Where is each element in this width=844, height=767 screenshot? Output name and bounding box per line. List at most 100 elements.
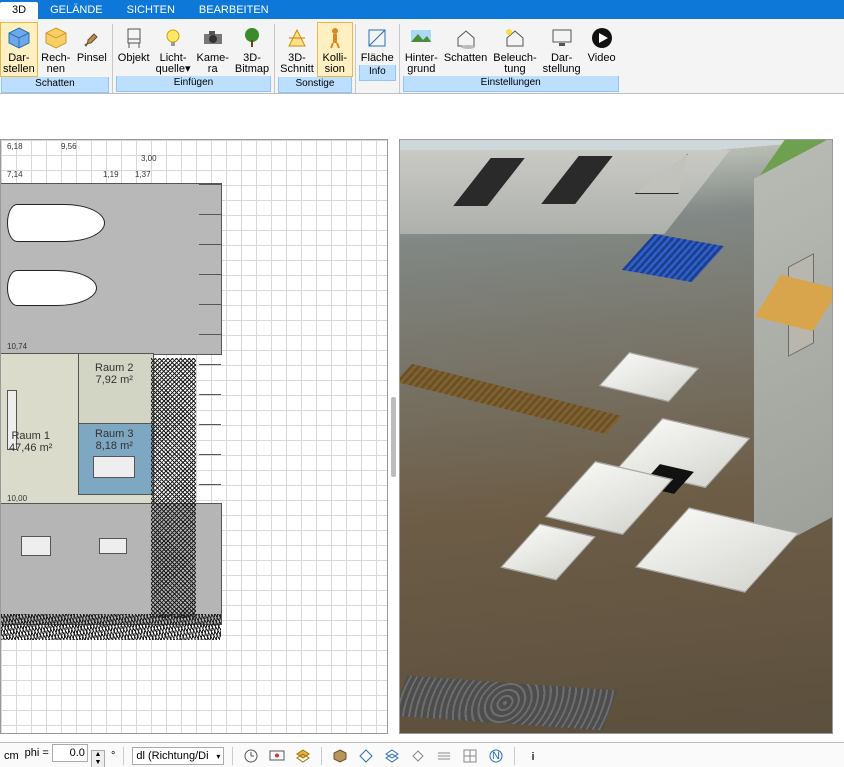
dim-b: 9,56 <box>61 142 77 151</box>
cube-sum-icon <box>42 24 70 52</box>
rechnen-button[interactable]: Rech-nen <box>38 22 74 77</box>
dim-e: 1,19 <box>103 170 119 179</box>
dim-d: 7,14 <box>7 170 23 179</box>
group-schatten: Schatten <box>1 77 109 93</box>
splitter-handle[interactable] <box>391 397 396 477</box>
chair-icon <box>120 24 148 52</box>
room-2-label: Raum 27,92 m² <box>95 362 134 386</box>
blue-mat <box>622 234 724 282</box>
phi-input[interactable] <box>52 744 88 762</box>
kollision-button[interactable]: Kolli-sion <box>317 22 353 77</box>
gravel <box>399 676 617 731</box>
cube-icon <box>5 24 33 52</box>
dim-f: 1,37 <box>135 170 151 179</box>
status-toolbar: cm phi = ▲▼ ° dl (Richtung/Di ▾ N i <box>0 742 844 767</box>
pinsel-button[interactable]: Pinsel <box>74 22 110 77</box>
record-screen-icon[interactable] <box>267 746 287 766</box>
play-icon <box>588 24 616 52</box>
kollision-label: Kolli-sion <box>323 52 347 76</box>
beleuchtung-label: Beleuch-tung <box>493 52 536 76</box>
room-1-label: Raum 147,46 m² <box>9 430 52 454</box>
north-icon[interactable]: N <box>486 746 506 766</box>
darstellen-label: Dar-stellen <box>3 52 35 76</box>
stair-railing <box>399 364 622 434</box>
clock-icon[interactable] <box>241 746 261 766</box>
kamera-label: Kame-ra <box>196 52 228 76</box>
yard-furniture-1 <box>99 538 127 554</box>
tree-icon <box>238 24 266 52</box>
dim-a: 6,18 <box>7 142 23 151</box>
sofa <box>93 456 135 478</box>
3d-viewport[interactable] <box>399 139 833 734</box>
rechnen-label: Rech-nen <box>41 52 70 76</box>
dim-g: 10,74 <box>7 342 27 351</box>
objekt-label: Objekt <box>118 52 150 65</box>
dl-label: dl (Richtung/Di <box>136 750 208 762</box>
kamera-button[interactable]: Kame-ra <box>193 22 231 76</box>
group-info: Info <box>359 65 396 81</box>
video-button[interactable]: Video <box>584 22 620 76</box>
schnitt-label: 3D-Schnitt <box>280 52 314 76</box>
hintergrund-label: Hinter-grund <box>405 52 438 76</box>
darstellung-button[interactable]: Dar-stellung <box>540 22 584 76</box>
bitmap-label: 3D-Bitmap <box>235 52 269 76</box>
ribbon-tabs: 3D GELÄNDE SICHTEN BEARBEITEN <box>0 0 844 19</box>
objekt-button[interactable]: Objekt <box>115 22 153 76</box>
hedge <box>151 358 196 618</box>
tab-3d[interactable]: 3D <box>0 2 38 19</box>
group-einfuegen: Einfügen <box>116 76 271 92</box>
bitmap-button[interactable]: 3D-Bitmap <box>232 22 272 76</box>
group-einstellungen: Einstellungen <box>403 76 619 92</box>
ribbon: Dar-stellen Rech-nen Pinsel Schatten Obj… <box>0 19 844 94</box>
schatten-button[interactable]: Schatten <box>441 22 490 76</box>
hintergrund-button[interactable]: Hinter-grund <box>402 22 441 76</box>
yard-furniture-2 <box>21 536 51 556</box>
lines-tool-icon[interactable] <box>434 746 454 766</box>
layers-icon[interactable] <box>293 746 313 766</box>
diamond-stack-icon[interactable] <box>382 746 402 766</box>
video-label: Video <box>588 52 616 65</box>
room-3-label: Raum 38,18 m² <box>95 428 134 452</box>
bulb-icon <box>159 24 187 52</box>
phi-label: phi = <box>25 747 49 759</box>
flaeche-button[interactable]: Fläche <box>358 22 397 65</box>
3d-box-1 <box>599 352 700 402</box>
diamond-blue-icon[interactable] <box>356 746 376 766</box>
slice-icon <box>283 24 311 52</box>
tab-bearbeiten[interactable]: BEARBEITEN <box>187 2 281 19</box>
car-1 <box>7 204 105 242</box>
diamond-plain-icon[interactable] <box>408 746 428 766</box>
phi-field: phi = ▲▼ <box>25 744 105 767</box>
chevron-down-icon: ▾ <box>216 752 220 761</box>
workspace: Raum 27,92 m² Raum 38,18 m² Raum 147,46 … <box>0 94 844 742</box>
svg-text:i: i <box>532 751 535 763</box>
camera-icon <box>199 24 227 52</box>
lichtquelle-button[interactable]: Licht-quelle▾ <box>153 22 194 76</box>
unit-label: cm <box>4 750 19 762</box>
dl-select[interactable]: dl (Richtung/Di ▾ <box>132 747 224 765</box>
shadow-house-icon <box>452 24 480 52</box>
tab-gelaende[interactable]: GELÄNDE <box>38 2 115 19</box>
beleuchtung-button[interactable]: Beleuch-tung <box>490 22 539 76</box>
person-icon <box>321 24 349 52</box>
car-2 <box>7 270 97 306</box>
tab-sichten[interactable]: SICHTEN <box>115 2 187 19</box>
2d-viewport[interactable]: Raum 27,92 m² Raum 38,18 m² Raum 147,46 … <box>0 139 388 734</box>
cube-tool-icon[interactable] <box>330 746 350 766</box>
grid-tool-icon[interactable] <box>460 746 480 766</box>
splitter[interactable] <box>388 139 399 734</box>
dim-c: 3,00 <box>141 154 157 163</box>
schnitt-button[interactable]: 3D-Schnitt <box>277 22 317 77</box>
darstellen-button[interactable]: Dar-stellen <box>0 22 38 77</box>
phi-spinner[interactable]: ▲▼ <box>91 750 105 767</box>
brush-icon <box>78 24 106 52</box>
lichtquelle-label: Licht-quelle▾ <box>156 52 191 76</box>
schatten-label: Schatten <box>444 52 487 65</box>
svg-text:N: N <box>492 750 500 762</box>
monitor-icon <box>548 24 576 52</box>
pinsel-label: Pinsel <box>77 52 107 65</box>
hedge-bottom <box>1 614 221 640</box>
light-house-icon <box>501 24 529 52</box>
info-tool-icon[interactable]: i <box>523 746 543 766</box>
darstellung-label: Dar-stellung <box>543 52 581 76</box>
